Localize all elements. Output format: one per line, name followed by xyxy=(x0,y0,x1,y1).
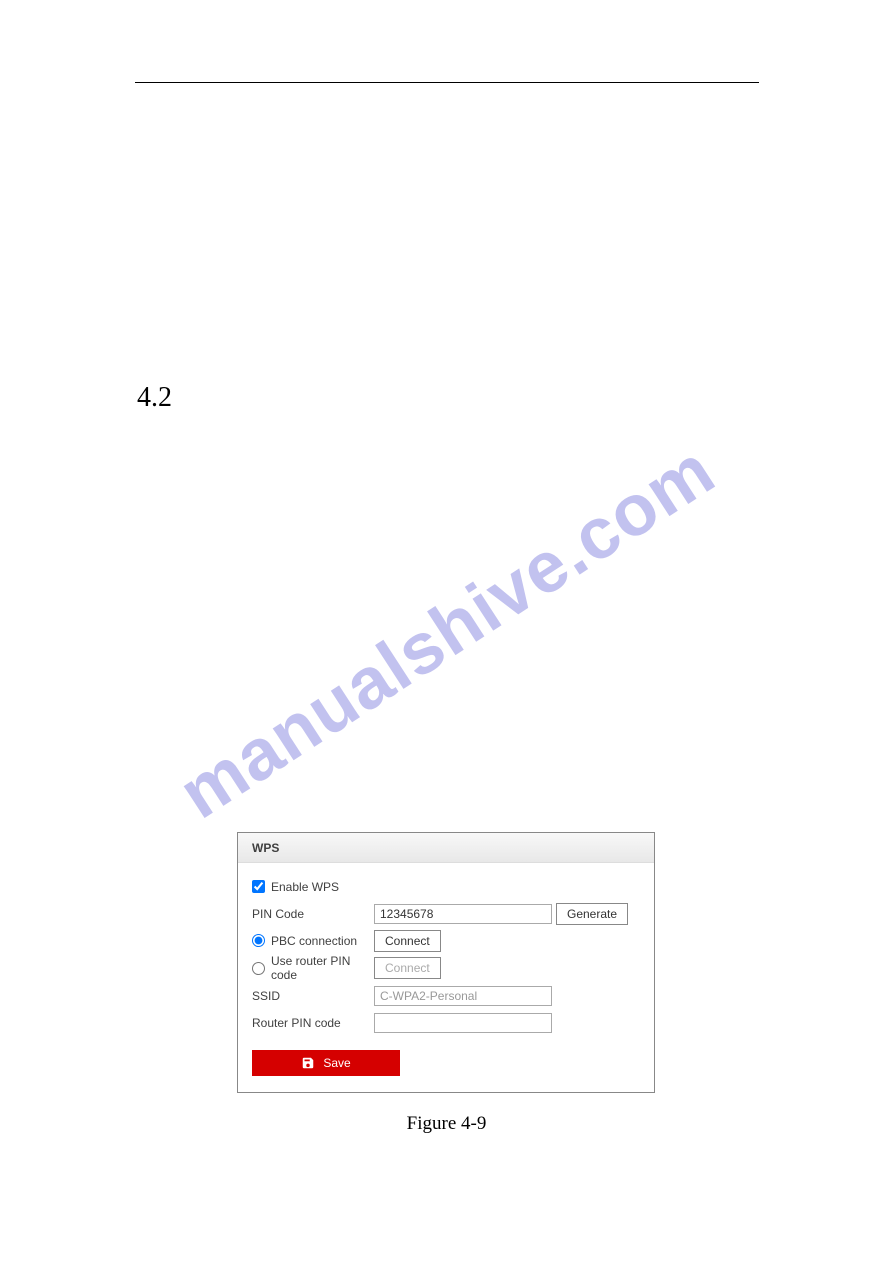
figure-caption: Figure 4-9 xyxy=(0,1113,893,1135)
routerpin-label: Router PIN code xyxy=(252,1016,341,1030)
enable-wps-checkbox[interactable] xyxy=(252,880,265,893)
section-number: 4.2 xyxy=(137,382,172,414)
enable-wps-label: Enable WPS xyxy=(271,880,339,894)
save-button[interactable]: Save xyxy=(252,1050,400,1076)
pbc-label: PBC connection xyxy=(271,934,357,948)
generate-button[interactable]: Generate xyxy=(556,903,628,925)
routerpin-connect-button[interactable]: Connect xyxy=(374,957,441,979)
pin-code-label: PIN Code xyxy=(252,907,304,921)
routerpin-radio[interactable] xyxy=(252,962,265,975)
pin-code-input[interactable] xyxy=(374,904,552,924)
pin-code-row: PIN Code Generate xyxy=(252,900,640,927)
wps-panel-header: WPS xyxy=(238,833,654,863)
page-top-rule xyxy=(135,82,759,83)
pbc-radio[interactable] xyxy=(252,934,265,947)
pbc-connect-button[interactable]: Connect xyxy=(374,930,441,952)
pbc-row: PBC connection Connect xyxy=(252,927,640,954)
routerpin-row: Router PIN code xyxy=(252,1009,640,1036)
routerpin-radio-row: Use router PIN code Connect xyxy=(252,954,640,982)
ssid-input xyxy=(374,986,552,1006)
routerpin-radio-label: Use router PIN code xyxy=(271,954,374,982)
watermark: manualshive.com xyxy=(165,428,729,834)
routerpin-input[interactable] xyxy=(374,1013,552,1033)
save-icon xyxy=(301,1056,315,1070)
ssid-label: SSID xyxy=(252,989,280,1003)
enable-wps-row: Enable WPS xyxy=(252,873,640,900)
ssid-row: SSID xyxy=(252,982,640,1009)
wps-panel: WPS Enable WPS PIN Code Generate xyxy=(237,832,655,1093)
save-button-label: Save xyxy=(323,1056,350,1070)
